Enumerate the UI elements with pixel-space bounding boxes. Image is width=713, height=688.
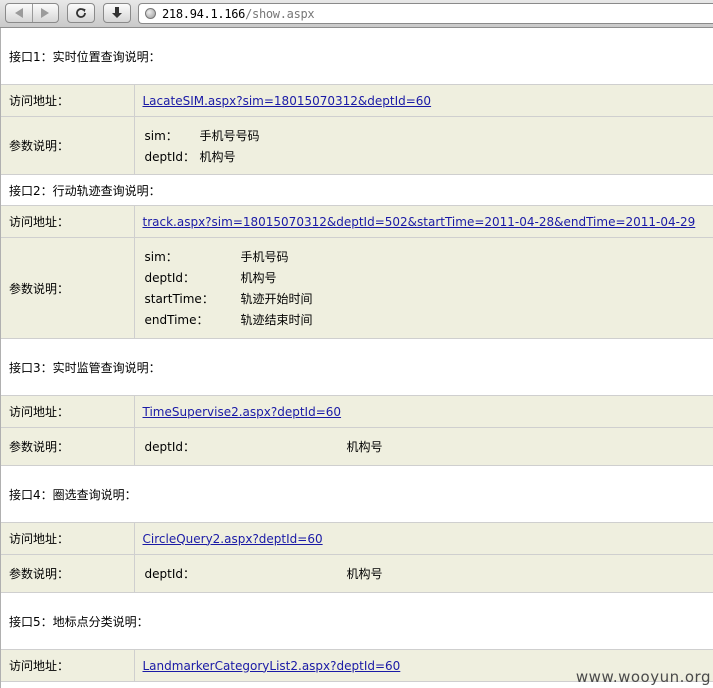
param-item: sim： 手机号号码 [145, 125, 713, 146]
section-heading-row: 接口2：行动轨迹查询说明： [1, 174, 713, 206]
param-item: deptId： 机构号 [145, 146, 713, 167]
param-item: endTime： 轨迹结束时间 [145, 309, 713, 330]
address-label: 访问地址： [1, 395, 135, 428]
param-desc: 轨迹结束时间 [240, 313, 313, 327]
param-desc: 手机号码 [240, 250, 289, 264]
address-label: 访问地址： [1, 205, 135, 238]
address-label: 访问地址： [1, 649, 135, 682]
watermark: www.wooyun.org [575, 668, 711, 686]
section-heading: 接口4：圈选查询说明： [1, 465, 713, 523]
params-label: 参数说明： [1, 554, 135, 593]
param-item: deptId： 机构号 [145, 267, 713, 288]
address-label: 访问地址： [1, 522, 135, 555]
param-item: startTime： 轨迹开始时间 [145, 288, 713, 309]
address-row: 访问地址： LacateSIM.aspx?sim=18015070312&dep… [1, 84, 713, 117]
param-name: deptId： [144, 567, 195, 581]
param-desc: 机构号 [199, 149, 236, 164]
forward-arrow-icon [41, 8, 50, 18]
address-row: 访问地址： TimeSupervise2.aspx?deptId=60 [1, 395, 713, 428]
browser-toolbar: 218.94.1.166/show.aspx [0, 0, 713, 28]
param-name: endTime： [144, 313, 209, 327]
section-heading: 接口3：实时监管查询说明： [1, 338, 713, 396]
address-bar[interactable]: 218.94.1.166/show.aspx [138, 3, 713, 24]
param-list: sim： 手机号码 deptId： 机构号 startTime： 轨迹开始时间 end… [143, 246, 713, 330]
globe-icon [145, 8, 156, 19]
param-list: sim： 手机号号码 deptId： 机构号 [143, 125, 713, 167]
address-row: 访问地址： CircleQuery2.aspx?deptId=60 [1, 522, 713, 555]
params-row: 参数说明： deptId： 机构号 [1, 427, 713, 466]
address-row: 访问地址： track.aspx?sim=18015070312&deptId=… [1, 205, 713, 238]
section-heading-row: 接口1：实时位置查询说明： [1, 28, 713, 85]
url-path: /show.aspx [245, 6, 315, 21]
param-list: deptId： 机构号 [143, 563, 713, 584]
params-row: 参数说明： deptId： 机构号 [1, 554, 713, 593]
param-list: deptId： 机构号 [143, 436, 713, 457]
url-host: 218.94.1.166 [162, 6, 246, 21]
param-name: deptId： [144, 271, 195, 285]
download-arrow-icon [112, 7, 122, 18]
reload-icon [76, 8, 86, 18]
api-link[interactable]: TimeSupervise2.aspx?deptId=60 [143, 405, 342, 419]
api-doc-table: 接口1：实时位置查询说明： 访问地址： LacateSIM.aspx?sim=1… [1, 28, 713, 682]
param-item: sim： 手机号码 [145, 246, 713, 267]
param-name: sim： [144, 250, 178, 264]
params-row: 参数说明： sim： 手机号码 deptId： 机构号 startTime： 轨迹开始… [1, 237, 713, 339]
param-item: deptId： 机构号 [145, 436, 713, 457]
download-button[interactable] [103, 3, 131, 23]
param-desc: 机构号 [346, 567, 383, 581]
forward-button[interactable] [31, 4, 59, 22]
api-link[interactable]: LandmarkerCategoryList2.aspx?deptId=60 [143, 659, 401, 673]
back-arrow-icon [14, 8, 23, 18]
api-link[interactable]: track.aspx?sim=18015070312&deptId=502&st… [143, 215, 696, 229]
api-link[interactable]: CircleQuery2.aspx?deptId=60 [143, 532, 323, 546]
page-content: 接口1：实时位置查询说明： 访问地址： LacateSIM.aspx?sim=1… [0, 28, 713, 688]
params-row: 参数说明： sim： 手机号号码 deptId： 机构号 [1, 116, 713, 175]
section-heading-row: 接口4：圈选查询说明： [1, 465, 713, 523]
section-heading: 接口5：地标点分类说明： [1, 592, 713, 650]
reload-button[interactable] [67, 3, 95, 23]
params-label: 参数说明： [1, 237, 135, 339]
nav-button-group [5, 3, 59, 23]
param-name: startTime： [144, 292, 214, 306]
param-name: deptId： [144, 149, 195, 164]
param-item: deptId： 机构号 [145, 563, 713, 584]
param-desc: 轨迹开始时间 [240, 292, 313, 306]
param-name: deptId： [144, 440, 195, 454]
section-heading-row: 接口5：地标点分类说明： [1, 592, 713, 650]
api-link[interactable]: LacateSIM.aspx?sim=18015070312&deptId=60 [143, 94, 432, 108]
address-label: 访问地址： [1, 84, 135, 117]
section-heading: 接口2：行动轨迹查询说明： [1, 174, 713, 206]
params-label: 参数说明： [1, 116, 135, 175]
param-desc: 机构号 [240, 271, 277, 285]
section-heading-row: 接口3：实时监管查询说明： [1, 338, 713, 396]
param-desc: 手机号号码 [199, 128, 260, 143]
section-heading: 接口1：实时位置查询说明： [1, 28, 713, 85]
param-desc: 机构号 [346, 440, 383, 454]
params-label: 参数说明： [1, 427, 135, 466]
back-button[interactable] [6, 4, 32, 22]
param-name: sim： [144, 128, 178, 143]
